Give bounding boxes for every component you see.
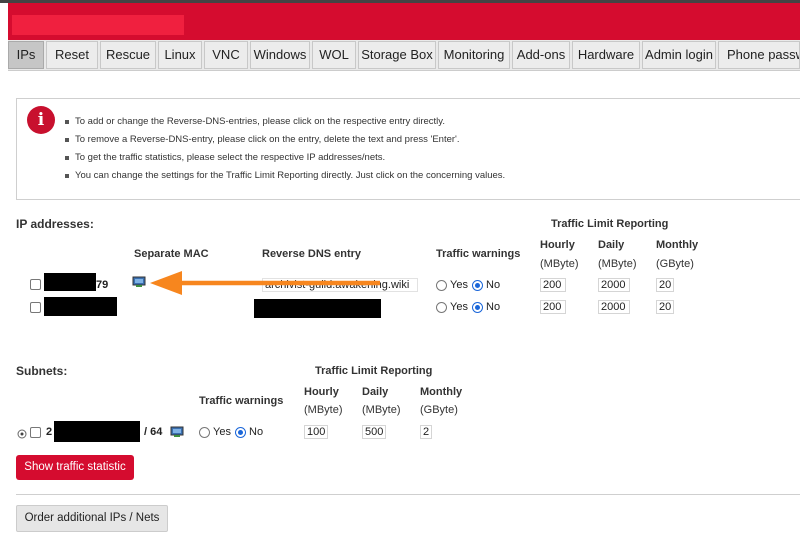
info-bullet: You can change the settings for the Traf…	[63, 167, 505, 185]
traffic-warning-yes-label: Yes	[450, 301, 468, 313]
subnet-prefix-start: 2	[46, 426, 53, 438]
monthly-header: Monthly	[656, 239, 699, 251]
traffic-warning-no-label: No	[486, 301, 501, 313]
traffic-warning-no-radio[interactable]	[472, 302, 483, 313]
subnet-daily-unit: (MByte)	[362, 404, 401, 416]
show-traffic-statistic-button[interactable]: Show traffic statistic	[16, 455, 134, 480]
subnet-row-checkbox[interactable]	[30, 427, 41, 438]
ip-row-checkbox[interactable]	[30, 279, 41, 290]
tab-storage-box[interactable]: Storage Box	[358, 41, 436, 69]
subnet-monthly-header: Monthly	[420, 386, 463, 398]
subnet-monthly-unit: (GByte)	[420, 404, 458, 416]
reverse-dns-entry[interactable]: archivist-guild.awakening.wiki	[262, 278, 418, 292]
header-banner	[8, 3, 800, 40]
order-additional-ips-button[interactable]: Order additional IPs / Nets	[16, 505, 168, 532]
separate-mac-header: Separate MAC	[134, 248, 209, 260]
tab-monitoring[interactable]: Monitoring	[438, 41, 510, 69]
info-bullet: To remove a Reverse-DNS-entry, please cl…	[63, 131, 505, 149]
tab-wol[interactable]: WOL	[312, 41, 356, 69]
tab-windows[interactable]: Windows	[250, 41, 310, 69]
info-bullet: To get the traffic statistics, please se…	[63, 149, 505, 167]
reverse-dns-header: Reverse DNS entry	[262, 248, 362, 260]
subnet-daily-limit-input[interactable]: 500	[362, 425, 386, 439]
info-bullets: To add or change the Reverse-DNS-entries…	[63, 113, 505, 185]
subnet-traffic-warning-no-radio[interactable]	[235, 427, 246, 438]
tab-reset[interactable]: Reset	[46, 41, 98, 69]
hourly-limit-input[interactable]: 200	[540, 300, 566, 314]
hourly-limit-input[interactable]: 200	[540, 278, 566, 292]
separate-mac-icon[interactable]	[132, 276, 146, 288]
monthly-limit-input[interactable]: 20	[656, 278, 674, 292]
traffic-limit-header: Traffic Limit Reporting	[551, 218, 669, 230]
subnet-section-title: Subnets:	[16, 364, 68, 378]
tab-ips[interactable]: IPs	[8, 41, 44, 69]
ip-section-title: IP addresses:	[16, 217, 94, 231]
tab-hardware[interactable]: Hardware	[572, 41, 640, 69]
subnet-traffic-limit-header: Traffic Limit Reporting	[315, 365, 433, 377]
hourly-unit: (MByte)	[540, 258, 579, 270]
tab-bar: IPs Reset Rescue Linux VNC Windows WOL S…	[8, 40, 800, 71]
redacted-ip-address	[44, 273, 96, 291]
traffic-warning-yes-label: Yes	[450, 279, 468, 291]
redacted-subnet-address	[54, 421, 140, 442]
ip-row-checkbox[interactable]	[30, 302, 41, 313]
tab-phone-password[interactable]: Phone passwo	[718, 41, 800, 69]
traffic-warning-no-label: No	[486, 279, 501, 291]
redacted-ip-address	[44, 297, 117, 316]
traffic-warning-yes-radio[interactable]	[436, 280, 447, 291]
hourly-header: Hourly	[540, 239, 575, 251]
redacted-reverse-dns-entry[interactable]	[254, 299, 381, 318]
subnet-traffic-warnings-header: Traffic warnings	[199, 395, 284, 407]
tab-admin-login[interactable]: Admin login	[642, 41, 716, 69]
subnet-prefix-length: / 64	[144, 426, 163, 438]
monthly-unit: (GByte)	[656, 258, 694, 270]
daily-limit-input[interactable]: 2000	[598, 300, 630, 314]
subnet-hourly-limit-input[interactable]: 100	[304, 425, 328, 439]
section-divider	[16, 494, 800, 495]
redacted-server-title	[12, 15, 184, 35]
tab-add-ons[interactable]: Add-ons	[512, 41, 570, 69]
ip-address-suffix: 79	[96, 279, 109, 291]
traffic-warning-no-radio[interactable]	[472, 280, 483, 291]
subnet-traffic-warning-no-label: No	[249, 426, 264, 438]
subnet-hourly-unit: (MByte)	[304, 404, 343, 416]
subnet-network-icon[interactable]	[170, 426, 184, 438]
daily-unit: (MByte)	[598, 258, 637, 270]
subnet-hourly-header: Hourly	[304, 386, 339, 398]
subnet-traffic-warning-yes-label: Yes	[213, 426, 231, 438]
traffic-warning-yes-radio[interactable]	[436, 302, 447, 313]
daily-limit-input[interactable]: 2000	[598, 278, 630, 292]
traffic-warnings-header: Traffic warnings	[436, 248, 521, 260]
subnet-daily-header: Daily	[362, 386, 389, 398]
daily-header: Daily	[598, 239, 625, 251]
tab-vnc[interactable]: VNC	[204, 41, 248, 69]
subnet-monthly-limit-input[interactable]: 2	[420, 425, 432, 439]
info-bullet: To add or change the Reverse-DNS-entries…	[63, 113, 505, 131]
expand-subnet-icon[interactable]	[17, 429, 27, 439]
tab-rescue[interactable]: Rescue	[100, 41, 156, 69]
info-icon: i	[27, 106, 55, 134]
monthly-limit-input[interactable]: 20	[656, 300, 674, 314]
tab-linux[interactable]: Linux	[158, 41, 202, 69]
info-box: i To add or change the Reverse-DNS-entri…	[16, 98, 800, 200]
subnet-traffic-warning-yes-radio[interactable]	[199, 427, 210, 438]
